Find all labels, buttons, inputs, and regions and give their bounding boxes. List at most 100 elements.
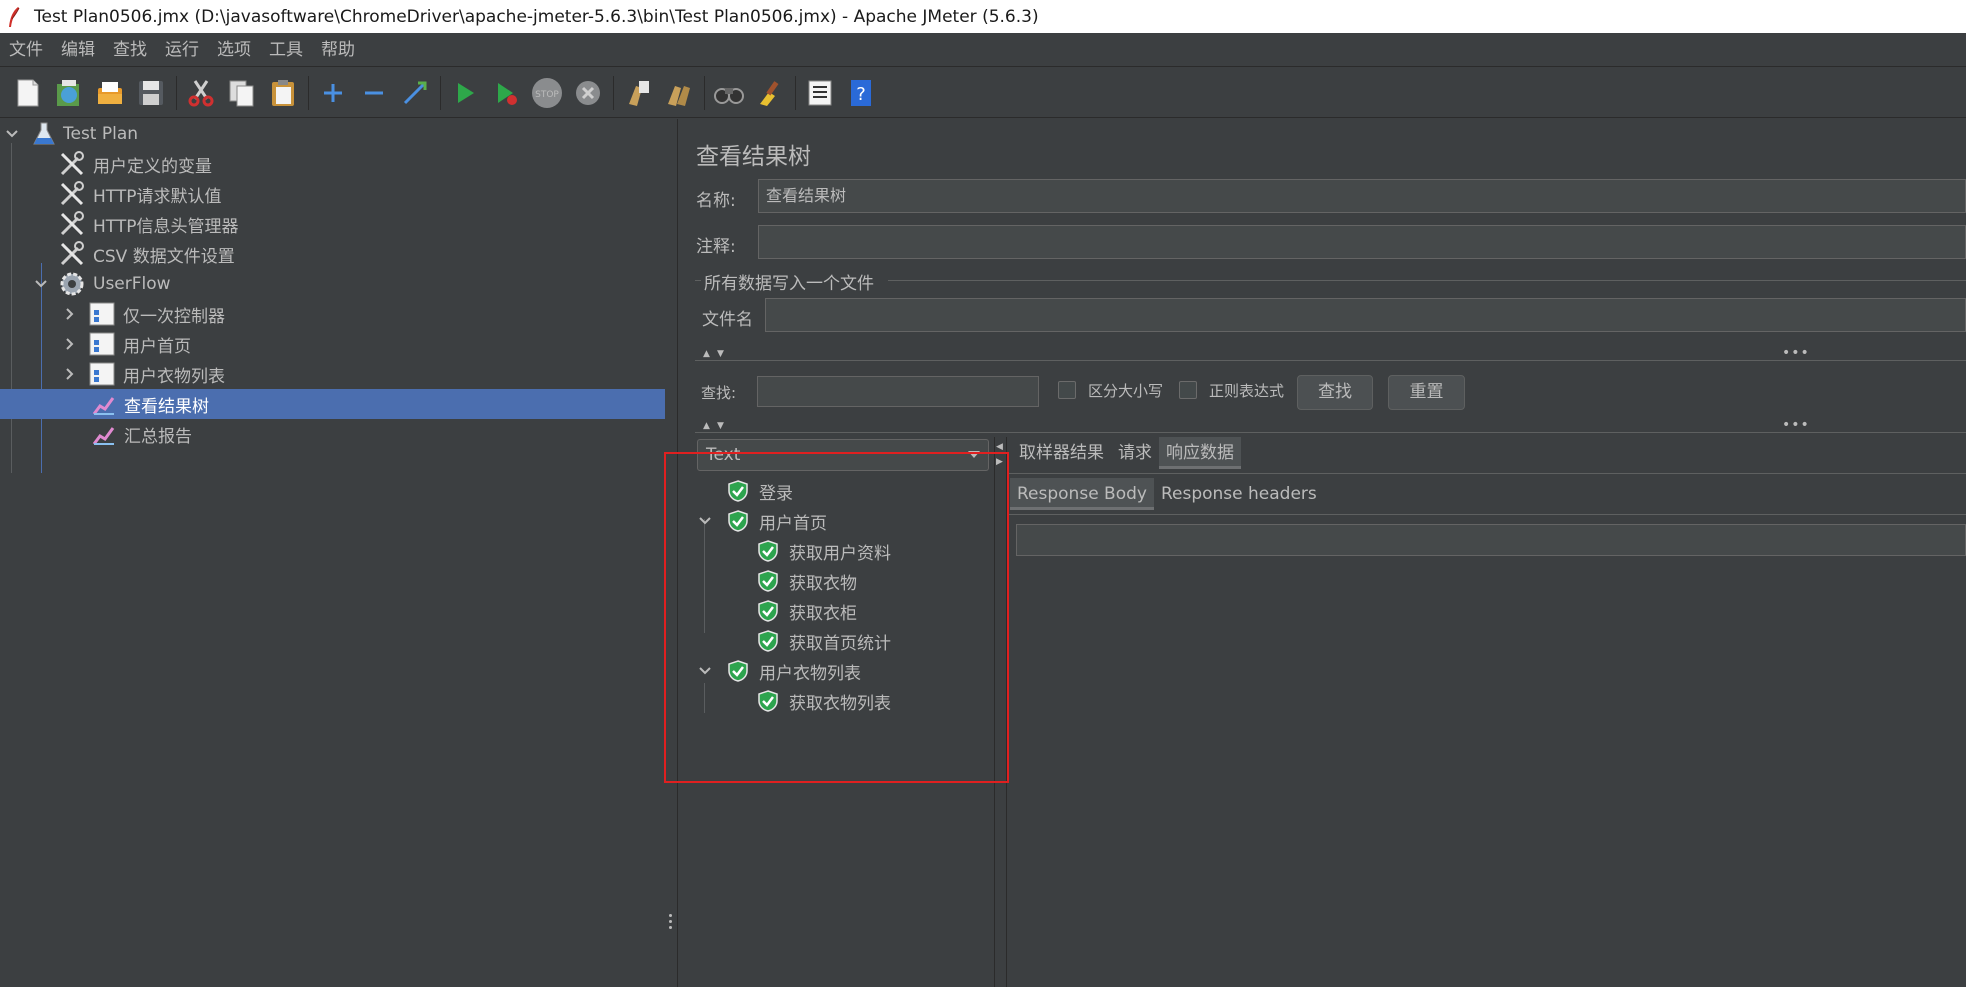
collapse-icon[interactable]	[356, 75, 392, 111]
cut-icon[interactable]	[183, 75, 219, 111]
controller-icon	[89, 302, 115, 326]
tree-item-test-plan[interactable]: Test Plan	[0, 119, 665, 149]
detail-tabs: 取样器结果 请求 响应数据	[1012, 437, 1241, 469]
start-no-pause-icon[interactable]	[488, 75, 524, 111]
regex-label: 正则表达式	[1209, 382, 1285, 400]
tree-item-config[interactable]: HTTP请求默认值	[0, 179, 665, 209]
name-field[interactable]: 查看结果树	[758, 179, 1966, 213]
search-label: 查找:	[701, 384, 737, 402]
arrow-up-icon[interactable]: ▲	[703, 349, 710, 359]
expand-icon[interactable]	[315, 75, 351, 111]
group-border	[695, 280, 701, 281]
tab-response-headers[interactable]: Response headers	[1154, 478, 1324, 510]
arrow-down-icon[interactable]: ▼	[717, 349, 724, 359]
chevron-right-icon[interactable]	[62, 336, 78, 352]
menu-tools[interactable]: 工具	[260, 33, 312, 67]
tree-label: HTTP请求默认值	[93, 186, 222, 207]
chevron-down-icon[interactable]	[4, 126, 20, 142]
tab-response-data[interactable]: 响应数据	[1159, 437, 1241, 469]
wrench-icon	[60, 241, 84, 266]
more-icon: •••	[1782, 345, 1810, 361]
tree-item-controller[interactable]: 用户首页	[0, 329, 665, 359]
tree-label: Test Plan	[63, 124, 139, 144]
filename-label: 文件名	[702, 310, 753, 330]
splitter-grip-icon[interactable]	[669, 914, 673, 932]
reset-search-icon[interactable]	[752, 75, 788, 111]
case-sensitive-label: 区分大小写	[1088, 382, 1164, 400]
tree-label: 仅一次控制器	[123, 306, 225, 327]
split-handle[interactable]: ▲ ▼ •••	[695, 345, 1966, 361]
chevron-right-icon[interactable]	[62, 306, 78, 322]
svg-text:?: ?	[856, 84, 866, 105]
file-group-label: 所有数据写入一个文件	[704, 274, 874, 294]
wrench-icon	[60, 211, 84, 236]
toolbar-separator	[440, 75, 441, 110]
case-sensitive-checkbox[interactable]	[1058, 381, 1076, 399]
search-input[interactable]	[757, 376, 1039, 407]
tab-response-body[interactable]: Response Body	[1010, 478, 1154, 510]
menu-options[interactable]: 选项	[208, 33, 260, 67]
find-button[interactable]: 查找	[1297, 375, 1373, 410]
clear-all-icon[interactable]	[661, 75, 697, 111]
tab-request[interactable]: 请求	[1111, 437, 1159, 469]
menu-help[interactable]: 帮助	[312, 33, 364, 67]
tree-label: 汇总报告	[124, 426, 192, 447]
chevron-down-icon[interactable]	[33, 276, 49, 292]
arrow-down-icon[interactable]: ▼	[717, 421, 724, 431]
menu-run[interactable]: 运行	[156, 33, 208, 67]
chevron-right-icon[interactable]	[62, 366, 78, 382]
chart-icon	[92, 397, 115, 415]
menu-search[interactable]: 查找	[104, 33, 156, 67]
tree-item-config[interactable]: 用户定义的变量	[0, 149, 665, 179]
svg-text:STOP: STOP	[535, 90, 559, 100]
paste-icon[interactable]	[265, 75, 301, 111]
jmeter-feather-icon	[0, 0, 28, 33]
wrench-icon	[60, 181, 84, 206]
templates-icon[interactable]	[51, 75, 87, 111]
function-helper-icon[interactable]	[802, 75, 838, 111]
filename-field[interactable]	[765, 298, 1966, 332]
toolbar-separator	[308, 75, 309, 110]
stop-icon[interactable]: STOP	[529, 75, 565, 111]
menu-edit[interactable]: 编辑	[52, 33, 104, 67]
start-icon[interactable]	[447, 75, 483, 111]
name-label: 名称:	[696, 191, 736, 211]
menu-file[interactable]: 文件	[0, 33, 52, 67]
panel-title: 查看结果树	[696, 144, 811, 170]
tree-label: 查看结果树	[124, 396, 209, 417]
tree-item-config[interactable]: HTTP信息头管理器	[0, 209, 665, 239]
new-icon[interactable]	[10, 75, 46, 111]
annotation-highlight-box	[664, 452, 1009, 783]
toolbar-separator	[613, 75, 614, 110]
window-title-bar: Test Plan0506.jmx (D:\javasoftware\Chrom…	[0, 0, 1966, 33]
help-icon[interactable]: ?	[843, 75, 879, 111]
tree-item-config[interactable]: CSV 数据文件设置	[0, 239, 665, 269]
split-handle[interactable]: ▲ ▼ •••	[695, 417, 1966, 433]
tree-label: UserFlow	[93, 274, 171, 294]
toolbar-separator	[176, 75, 177, 110]
tree-item-controller[interactable]: 用户衣物列表	[0, 359, 665, 389]
response-tabs: Response Body Response headers	[1010, 478, 1324, 510]
window-title: Test Plan0506.jmx (D:\javasoftware\Chrom…	[34, 6, 1039, 27]
clear-icon[interactable]	[620, 75, 656, 111]
tree-item-controller[interactable]: 仅一次控制器	[0, 299, 665, 329]
regex-checkbox[interactable]	[1179, 381, 1197, 399]
controller-icon	[89, 332, 115, 356]
arrow-up-icon[interactable]: ▲	[703, 421, 710, 431]
tree-item-listener[interactable]: 汇总报告	[0, 419, 665, 449]
toggle-icon[interactable]	[397, 75, 433, 111]
collapse-left-icon[interactable]: ◀	[996, 442, 1003, 452]
search-icon[interactable]	[711, 75, 747, 111]
open-icon[interactable]	[92, 75, 128, 111]
save-icon[interactable]	[133, 75, 169, 111]
tree-item-listener-selected[interactable]: 查看结果树	[0, 389, 665, 419]
shutdown-icon[interactable]	[570, 75, 606, 111]
reset-button[interactable]: 重置	[1388, 375, 1465, 410]
menu-bar: 文件 编辑 查找 运行 选项 工具 帮助	[0, 33, 1966, 67]
toolbar: STOP ?	[0, 68, 1966, 118]
comment-field[interactable]	[758, 225, 1966, 259]
copy-icon[interactable]	[224, 75, 260, 111]
tree-item-thread-group[interactable]: UserFlow	[0, 269, 665, 299]
response-body-area[interactable]	[1016, 524, 1966, 556]
tab-sampler-result[interactable]: 取样器结果	[1012, 437, 1111, 469]
